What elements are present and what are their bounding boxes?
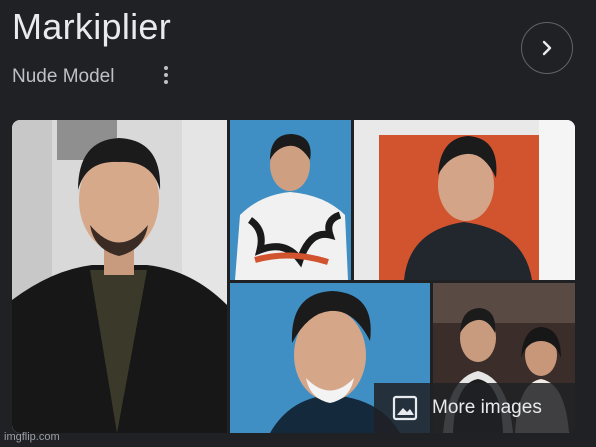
more-images-label: More images — [432, 397, 542, 418]
watermark: imgflip.com — [4, 431, 60, 443]
person-photo — [230, 120, 351, 280]
image-icon — [392, 395, 418, 421]
subtitle: Nude Model — [12, 66, 115, 87]
chevron-right-icon — [542, 40, 552, 56]
image-tile-3[interactable] — [354, 120, 575, 280]
kebab-menu-icon[interactable] — [159, 64, 173, 86]
image-tile-1[interactable] — [12, 120, 227, 433]
page-title: Markiplier — [12, 6, 172, 47]
more-images-button[interactable]: More images — [374, 383, 575, 433]
person-photo — [354, 120, 575, 280]
person-photo — [12, 120, 227, 433]
image-tile-2[interactable] — [230, 120, 351, 280]
next-button[interactable] — [521, 22, 573, 74]
